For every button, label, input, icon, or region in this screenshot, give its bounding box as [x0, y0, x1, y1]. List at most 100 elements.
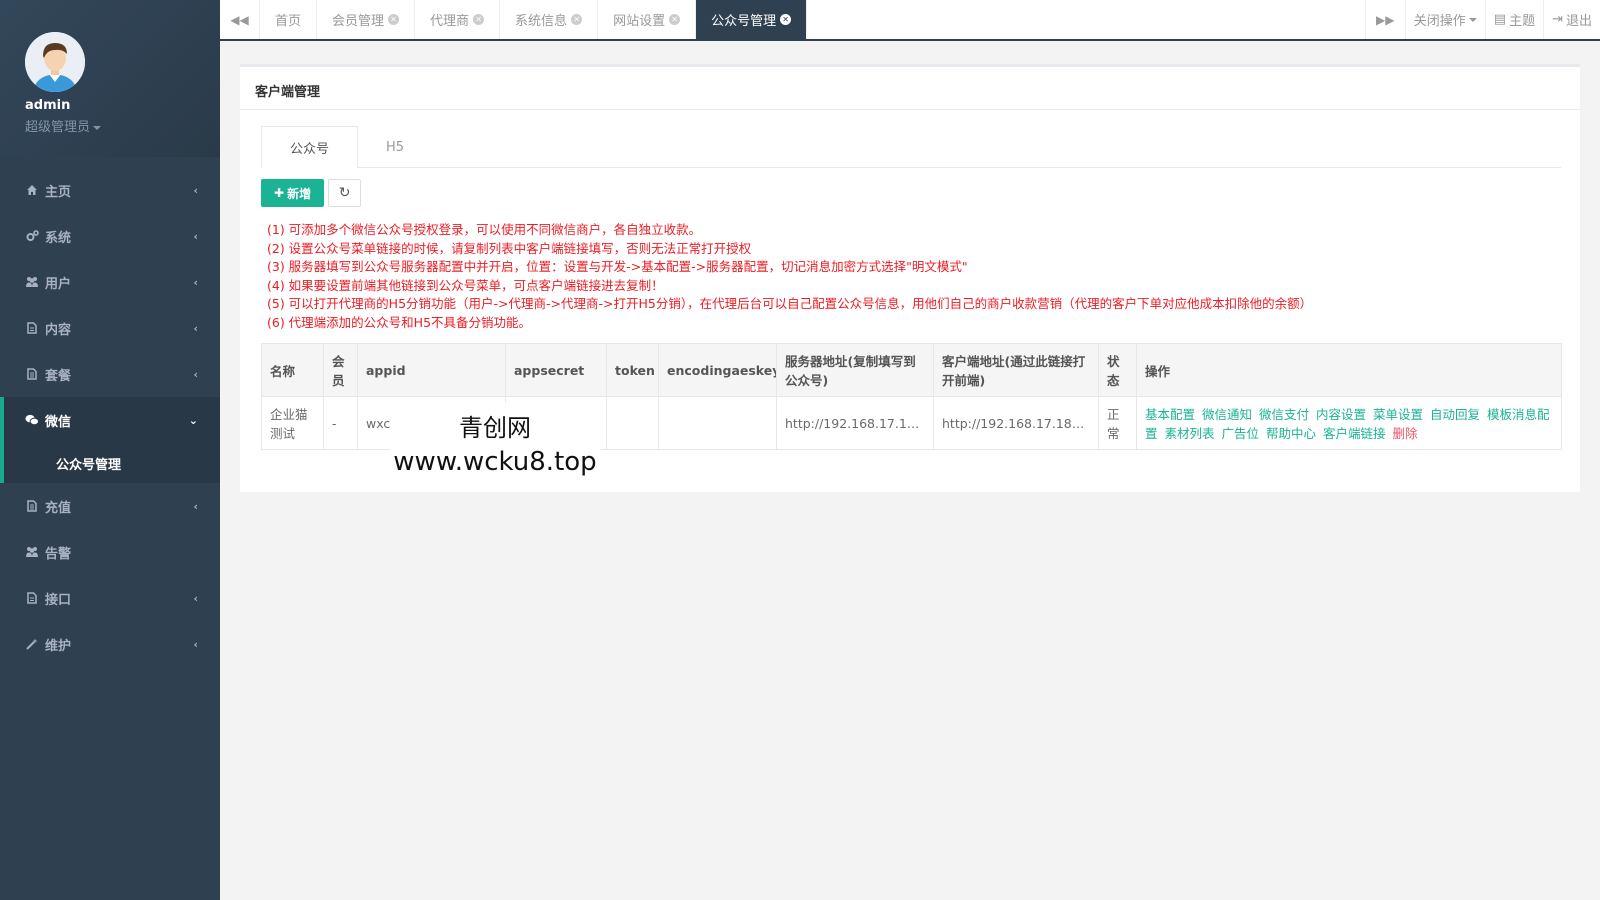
- profile-role-label: 超级管理员: [25, 120, 91, 135]
- file-icon: [25, 591, 39, 605]
- chevron-left-icon: ‹: [193, 368, 198, 381]
- tab-h5-clients[interactable]: H5: [358, 126, 432, 168]
- close-icon[interactable]: ✕: [780, 14, 792, 25]
- sidebar-item-alarm[interactable]: 告警: [0, 529, 220, 575]
- file-text-icon: [25, 499, 39, 513]
- sidebar-item-maintenance[interactable]: 维护 ‹: [0, 621, 220, 667]
- note-line: (4) 如果要设置前端其他链接到公众号菜单，可点客户端链接进去复制！: [267, 277, 664, 293]
- tab-label: 代理商: [430, 14, 470, 29]
- profile-name: admin: [25, 98, 71, 113]
- sidebar-group-wechat: 微信 ⌄ 公众号管理: [0, 397, 220, 483]
- file-text-icon: [25, 367, 39, 381]
- column-header[interactable]: encodingaeskey: [658, 343, 777, 397]
- sidebar-nav: 主页 ‹ 系统 ‹ 用户 ‹ 内容 ‹ 套餐 ‹ 微信 ⌄ 公众号管理 充值 ‹…: [0, 157, 220, 667]
- op-wechat-notify-link[interactable]: 微信通知: [1202, 407, 1252, 422]
- close-icon[interactable]: ✕: [473, 14, 485, 25]
- add-label: 新增: [287, 186, 312, 201]
- tab-members[interactable]: 会员管理 ✕: [317, 0, 416, 39]
- profile-area: admin 超级管理员: [0, 0, 220, 157]
- refresh-icon: ↻: [338, 185, 351, 201]
- add-button[interactable]: ✚ 新增: [261, 179, 325, 207]
- sidebar-item-users[interactable]: 用户 ‹: [0, 259, 220, 305]
- sidebar-item-label: 告警: [45, 546, 72, 562]
- sidebar-item-package[interactable]: 套餐 ‹: [0, 351, 220, 397]
- column-header[interactable]: appsecret: [505, 343, 607, 397]
- column-header[interactable]: 状态: [1098, 343, 1137, 397]
- close-icon[interactable]: ✕: [388, 14, 400, 25]
- sidebar-item-label: 内容: [45, 322, 72, 338]
- sidebar-item-home[interactable]: 主页 ‹: [0, 167, 220, 213]
- op-menu-settings-link[interactable]: 菜单设置: [1373, 407, 1423, 422]
- theme-label: 主题: [1509, 14, 1536, 29]
- sidebar-item-label: 接口: [45, 592, 72, 608]
- tab-system-info[interactable]: 系统信息 ✕: [500, 0, 599, 39]
- cell-token: [606, 396, 659, 450]
- list-icon: ▤: [1493, 12, 1507, 27]
- refresh-button[interactable]: ↻: [328, 179, 362, 207]
- op-wechat-pay-link[interactable]: 微信支付: [1259, 407, 1309, 422]
- tab-label: 会员管理: [332, 14, 385, 29]
- table-header-row: 名称 会员 appid appsecret token encodingaesk…: [261, 343, 1562, 397]
- plus-icon: ✚: [274, 186, 285, 200]
- column-header[interactable]: 操作: [1136, 343, 1562, 397]
- column-header[interactable]: token: [606, 343, 659, 397]
- chevron-left-icon: ‹: [193, 322, 198, 335]
- client-type-tabs: 公众号 H5: [261, 126, 1561, 169]
- close-icon[interactable]: ✕: [669, 14, 681, 25]
- tab-site-settings[interactable]: 网站设置 ✕: [598, 0, 697, 39]
- cell-server-url[interactable]: http://192.168.17.183/...: [776, 396, 934, 450]
- tab-label: 网站设置: [613, 14, 666, 29]
- chevron-left-icon: ‹: [193, 638, 198, 651]
- op-material-list-link[interactable]: 素材列表: [1165, 426, 1215, 441]
- sidebar-item-content[interactable]: 内容 ‹: [0, 305, 220, 351]
- tab-label: 系统信息: [515, 14, 568, 29]
- sidebar-item-api[interactable]: 接口 ‹: [0, 575, 220, 621]
- column-header[interactable]: 客户端地址(通过此链接打开前端): [933, 343, 1099, 397]
- chevron-left-icon: ‹: [193, 592, 198, 605]
- close-operations-dropdown[interactable]: 关闭操作: [1404, 0, 1485, 39]
- scroll-right-button[interactable]: ▶▶: [1364, 0, 1405, 39]
- home-icon: [25, 183, 39, 197]
- cell-client-url[interactable]: http://192.168.17.183/#...: [933, 396, 1099, 450]
- sidebar-item-label: 系统: [45, 230, 72, 246]
- sidebar-item-system[interactable]: 系统 ‹: [0, 213, 220, 259]
- close-icon[interactable]: ✕: [571, 14, 583, 25]
- column-header[interactable]: 服务器地址(复制填写到公众号): [776, 343, 934, 397]
- tab-official-account-clients[interactable]: 公众号: [261, 126, 359, 169]
- note-line: (1) 可添加多个微信公众号授权登录，可以使用不同微信商户，各自独立收款。: [267, 222, 702, 237]
- panel-title: 客户端管理: [240, 67, 1580, 110]
- caret-down-icon: [1468, 17, 1477, 22]
- sidebar-item-label: 维护: [45, 638, 72, 654]
- cell-member: -: [323, 396, 358, 450]
- tab-home[interactable]: 首页: [260, 0, 318, 39]
- op-content-settings-link[interactable]: 内容设置: [1316, 407, 1366, 422]
- scroll-left-button[interactable]: ◀◀: [220, 0, 260, 39]
- column-header[interactable]: 名称: [261, 343, 324, 397]
- cell-name: 企业猫测试: [261, 396, 324, 450]
- close-operations-label: 关闭操作: [1413, 14, 1466, 29]
- op-delete-link[interactable]: 删除: [1393, 426, 1418, 441]
- op-ad-slot-link[interactable]: 广告位: [1222, 426, 1260, 441]
- logout-label: 退出: [1565, 14, 1592, 29]
- op-help-center-link[interactable]: 帮助中心: [1266, 426, 1316, 441]
- sidebar-item-label: 用户: [45, 276, 72, 292]
- op-client-link[interactable]: 客户端链接: [1323, 426, 1386, 441]
- tab-label: 首页: [275, 14, 302, 29]
- op-basic-config-link[interactable]: 基本配置: [1145, 407, 1195, 422]
- column-header[interactable]: appid: [357, 343, 506, 397]
- chevron-left-icon: ‹: [193, 500, 198, 513]
- op-auto-reply-link[interactable]: 自动回复: [1430, 407, 1480, 422]
- avatar[interactable]: [25, 32, 85, 92]
- tabs-bar: ◀◀ 首页 会员管理 ✕ 代理商 ✕ 系统信息 ✕ 网站设置 ✕ 公众号管理 ✕ ▶▶ 关…: [220, 0, 1600, 41]
- sidebar-item-recharge[interactable]: 充值 ‹: [0, 483, 220, 529]
- sidebar-subitem-official-account[interactable]: 公众号管理: [4, 443, 220, 483]
- tab-agents[interactable]: 代理商 ✕: [415, 0, 501, 39]
- sidebar-item-wechat[interactable]: 微信 ⌄: [4, 397, 220, 443]
- file-icon: [25, 321, 39, 335]
- profile-role-dropdown[interactable]: 超级管理员: [25, 116, 220, 135]
- theme-button[interactable]: ▤ 主题: [1484, 0, 1543, 39]
- note-line: (6) 代理端添加的公众号和H5不具备分销功能。: [267, 314, 532, 330]
- tab-official-account[interactable]: 公众号管理 ✕: [696, 0, 808, 39]
- column-header[interactable]: 会员: [323, 343, 358, 397]
- logout-button[interactable]: ⇥ 退出: [1543, 0, 1600, 39]
